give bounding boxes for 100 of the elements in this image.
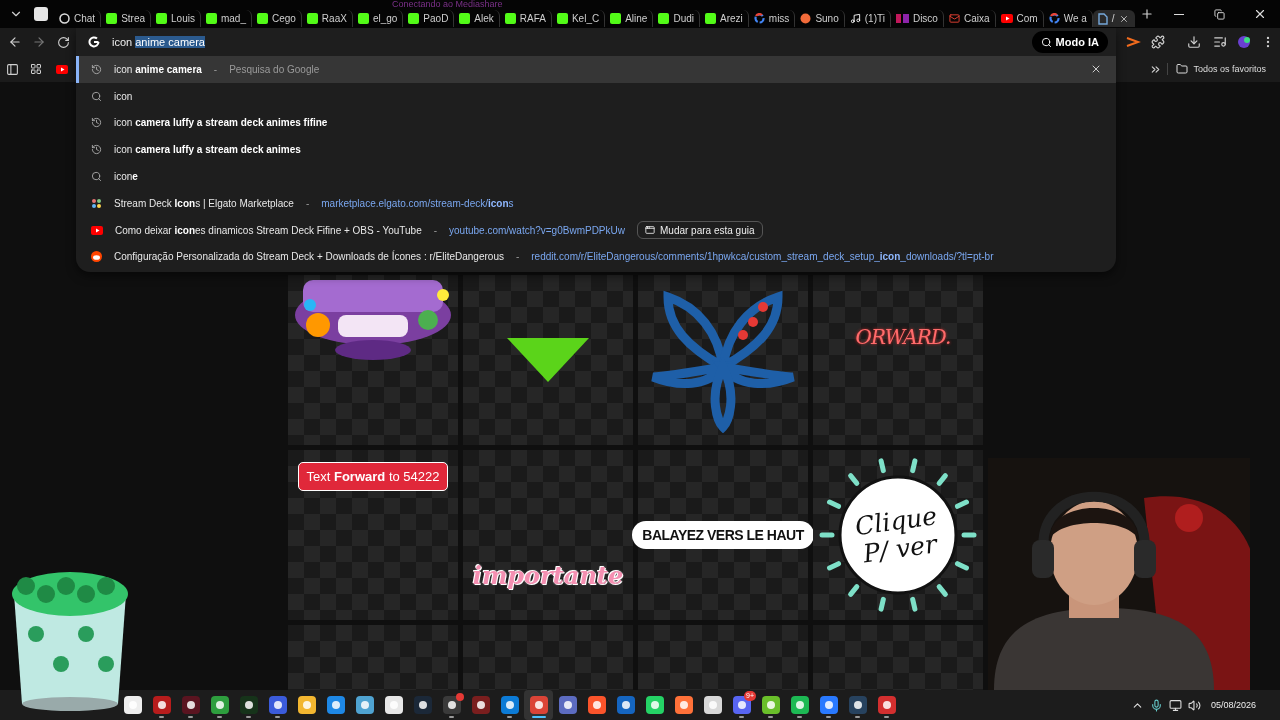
browser-tab[interactable]: / [1092, 10, 1135, 27]
browser-tab[interactable]: We a [1043, 10, 1093, 27]
switch-tab-button[interactable]: Mudar para esta guia [637, 221, 763, 240]
checkered-tile[interactable] [463, 275, 633, 445]
checkered-tile[interactable]: Clique P/ ver [813, 450, 983, 620]
checkered-tile[interactable]: Text Forward to 54222 [288, 450, 458, 620]
browser-tab[interactable]: Aline [605, 10, 654, 27]
square-logo-icon [357, 13, 369, 24]
sidebar-icon [5, 62, 19, 76]
logo-icon [88, 36, 100, 48]
square-logo-icon [256, 13, 268, 24]
microphone-icon[interactable] [1149, 698, 1163, 712]
volume-icon[interactable] [1187, 698, 1201, 712]
mail-icon [948, 13, 960, 24]
browser-tab[interactable]: Strea [101, 10, 152, 27]
browser-tab[interactable]: Kel_C [551, 10, 606, 27]
suggestion-url: marketplace.elgato.com/stream-deck/icons [321, 197, 514, 209]
suggestion-url: youtube.com/watch?v=g0BwmPDPkUw [449, 224, 625, 236]
workspace-icon[interactable] [34, 7, 48, 21]
forward-arrow-icon [32, 35, 46, 49]
suggestion-text: icon anime camera [114, 63, 202, 75]
back-arrow-icon [8, 35, 22, 49]
browser-tab[interactable]: Louis [151, 10, 201, 27]
checkered-tile[interactable]: ORWARD. [813, 275, 983, 445]
music-note-icon [849, 13, 861, 24]
circle-icon [800, 13, 812, 24]
suggestion-url: reddit.com/r/EliteDangerous/comments/1hpwkca/custom_stream_deck_setup_icon_downloads/?tl=pt-br [531, 251, 994, 263]
browser-tab[interactable]: PaoD [403, 10, 455, 27]
close-icon[interactable] [1118, 13, 1129, 24]
browser-tab[interactable]: Dudi [653, 10, 700, 27]
browser-tab[interactable]: Caixa [943, 10, 996, 27]
reload-icon [56, 35, 70, 49]
suggestion-text: icone [114, 171, 138, 183]
browser-tab[interactable]: Chat [54, 10, 102, 27]
suggestion-detail: Pesquisa do Google [229, 63, 320, 75]
suggestion-row[interactable]: icone [76, 163, 1116, 190]
browser-tab[interactable]: mad_ [200, 10, 252, 27]
suggestion-row[interactable]: icon [76, 82, 1116, 110]
search-icon [91, 171, 102, 183]
restore-icon [1213, 8, 1225, 20]
checkered-tile[interactable]: importante [463, 450, 633, 620]
play-icon[interactable] [56, 64, 68, 74]
download-icon [1187, 35, 1201, 49]
network-icon[interactable] [1168, 698, 1182, 712]
play-icon [91, 225, 103, 235]
history-icon [91, 144, 102, 156]
grid-icon [30, 63, 42, 75]
suggestion-text: icon camera luffy a stream deck animes fifine [114, 117, 328, 129]
date-text: 05/08/2026 [1210, 700, 1256, 710]
suggestion-row[interactable]: Como deixar icones dinamicos Stream Deck Fifine + OBS - YouTube - youtube.com/watch?v=g0BwmPDPkUw Mudar para esta guia [76, 216, 1116, 244]
ring-icon [753, 13, 765, 24]
sticker-label: BALAYEZ VERS LE HAUT [632, 521, 814, 549]
browser-tab[interactable]: Arezi [700, 10, 749, 27]
history-icon [91, 63, 102, 75]
browser-tab[interactable]: el_go [352, 10, 404, 27]
dash-separator: - [213, 63, 218, 75]
browser-tab[interactable]: Disco [890, 10, 944, 27]
taskbar-button[interactable] [524, 690, 553, 720]
browser-tab[interactable]: Suno [795, 10, 845, 27]
browser-tab[interactable]: Cego [251, 10, 302, 27]
square-logo-icon [658, 13, 670, 24]
square-logo-icon [408, 13, 420, 24]
document-icon [1097, 12, 1108, 25]
browser-tab[interactable]: (1)Ti [844, 10, 891, 27]
suggestion-row[interactable]: Configuração Personalizada do Stream Deck + Downloads de Ícones : r/EliteDangerous - reddit.com/r/EliteDangerous/comments/1hpwkca/custom_stream_deck_setup_icon_downloads/?tl=pt-br [76, 243, 1116, 271]
dash-separator: - [433, 224, 438, 236]
suggestion-text: icon [114, 90, 133, 102]
sticker-label: Text Forward to 54222 [297, 462, 449, 491]
plus-icon [1139, 7, 1154, 21]
browser-tab[interactable]: Alek [454, 10, 500, 27]
browser-tab[interactable]: miss [748, 10, 796, 27]
dash-separator: - [515, 251, 520, 263]
square-logo-icon [705, 13, 716, 24]
checkered-tile[interactable] [638, 275, 808, 445]
suggestion-row[interactable]: Stream Deck Icons | Elgato Marketplace - marketplace.elgato.com/stream-deck/icons [76, 190, 1116, 217]
dot-grid-icon [91, 197, 102, 209]
folder-icon [1176, 63, 1189, 75]
checkered-tile[interactable] [288, 275, 458, 445]
ai-mode-button[interactable]: Modo IA [1031, 31, 1108, 53]
search-icon [1040, 36, 1052, 48]
sticker-text: importante [472, 561, 624, 590]
square-logo-icon [205, 13, 217, 24]
square-logo-icon [556, 13, 568, 24]
sticker-text: ORWARD. [855, 325, 951, 349]
suggestion-row[interactable]: icon anime camera - Pesquisa do Google [76, 56, 1116, 83]
browser-tab[interactable]: RaaX [301, 10, 353, 27]
address-field[interactable]: icon anime camera [112, 32, 1020, 52]
square-logo-icon [106, 13, 118, 24]
square-logo-icon [610, 13, 622, 24]
all-bookmarks-button[interactable]: Todos os favoritos [1167, 63, 1280, 75]
suggestion-row[interactable]: icon camera luffy a stream deck animes [76, 136, 1116, 164]
browser-tab[interactable]: RAFA [499, 10, 552, 27]
puzzle-icon [1151, 35, 1165, 49]
dash-separator: - [305, 197, 310, 209]
suggestion-text: Stream Deck Icons | Elgato Marketplace [114, 197, 294, 209]
overlay-notice: Conectando ao Mediashare [392, 0, 503, 9]
browser-tab[interactable]: Com [995, 10, 1044, 27]
square-logo-icon [306, 13, 318, 24]
suggestion-row[interactable]: icon camera luffy a stream deck animes fifine [76, 109, 1116, 137]
square-logo-icon [156, 13, 168, 24]
